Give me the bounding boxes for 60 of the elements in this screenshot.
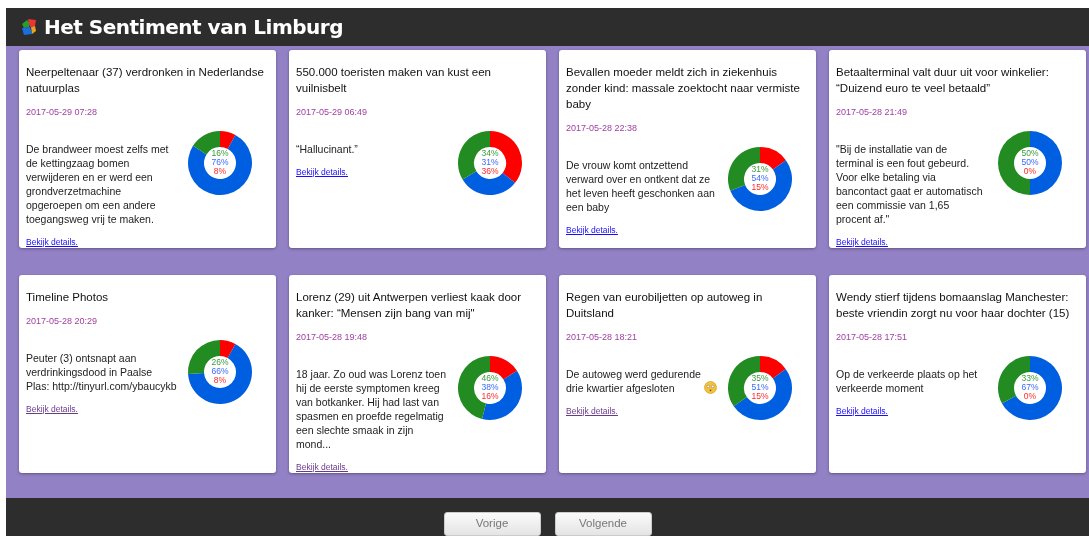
article-title: Betaalterminal valt duur uit voor winkelier: “Duizend euro te veel betaald” <box>836 65 1050 96</box>
article-title: Lorenz (29) uit Antwerpen verliest kaak door kanker: “Mensen zijn bang van mij" <box>296 290 522 321</box>
article-date: 2017-05-28 20:29 <box>26 315 99 328</box>
percentage-label: 16% <box>211 149 229 158</box>
article-summary: De autoweg werd gedurende drie kwartier afgesloten <box>566 366 701 395</box>
details-link[interactable]: Bekijk details. <box>296 460 348 474</box>
percentage-label: 15% <box>751 183 769 192</box>
percentage-label: 0% <box>1023 167 1037 176</box>
percentage-label: 35% <box>751 374 769 383</box>
percentage-label: 31% <box>751 165 769 174</box>
percentage-label: 26% <box>211 358 229 367</box>
article-date: 2017-05-28 22:38 <box>566 122 639 135</box>
article-summary: 18 jaar. Zo oud was Lorenz toen hij de eerste symptomen kreeg van botkanker. Hij had last van spasmen en proefde regelmatig een slechte smaak in zijn mond... <box>296 366 447 451</box>
article-title: Regen van eurobiljetten op autoweg in Duitsland <box>566 290 764 321</box>
percentage-label: 8% <box>213 167 227 176</box>
pager-button[interactable]: Volgende <box>554 512 652 536</box>
details-link[interactable]: Bekijk details. <box>836 404 888 418</box>
percentage-label: 16% <box>481 392 499 401</box>
details-link[interactable]: Bekijk details. <box>26 402 78 416</box>
percentage-label: 34% <box>481 149 499 158</box>
percentage-label: 38% <box>481 383 499 392</box>
pager-button[interactable]: Vorige <box>443 512 541 536</box>
percentage-label: 50% <box>1021 149 1039 158</box>
article-title: Neerpeltenaar (37) verdronken in Nederlandse natuurplas <box>26 65 265 96</box>
article-summary: De brandweer moest zelfs met de kettingzaag bomen verwijderen en er werd een grondverzetmachine opgeroepen om een andere toegangsweg vrij te maken. <box>26 141 170 226</box>
article-summary: De vrouw komt ontzettend verward over en ontkent dat ze het leven heeft geschonken aan een baby <box>566 157 716 214</box>
article-date: 2017-05-28 18:21 <box>566 331 639 344</box>
details-link[interactable]: Bekijk details. <box>836 235 888 249</box>
details-link[interactable]: Bekijk details. <box>296 165 348 179</box>
details-link[interactable]: Bekijk details. <box>566 404 618 418</box>
article-date: 2017-05-28 17:51 <box>836 331 909 344</box>
article-title: 550.000 toeristen maken van kust een vuilnisbelt <box>296 65 492 96</box>
article-date: 2017-05-28 19:48 <box>296 331 369 344</box>
article-title: Bevallen moeder meldt zich in ziekenhuis zonder kind: massale zoektocht naar vermiste baby <box>566 65 801 112</box>
logo-icon <box>20 18 38 36</box>
percentage-label: 15% <box>751 392 769 401</box>
percentage-label: 76% <box>211 158 229 167</box>
percentage-label: 67% <box>1021 383 1039 392</box>
percentage-label: 50% <box>1021 158 1039 167</box>
article-date: 2017-05-29 07:28 <box>26 106 99 119</box>
percentage-label: 8% <box>213 376 227 385</box>
percentage-label: 36% <box>481 167 499 176</box>
percentage-label: 0% <box>1023 392 1037 401</box>
app-title: Het Sentiment van Limburg <box>44 14 344 41</box>
percentage-label: 66% <box>211 367 229 376</box>
article-summary: Peuter (3) ontsnapt aan verdrinkingsdood in Paalse Plas: http://tinyurl.com/ybaucykb <box>26 350 177 393</box>
article-date: 2017-05-29 06:49 <box>296 106 369 119</box>
article-date: 2017-05-28 21:49 <box>836 106 909 119</box>
article-summary: “Hallucinant.” <box>296 141 359 156</box>
percentage-label: 31% <box>481 158 499 167</box>
details-link[interactable]: Bekijk details. <box>566 223 618 237</box>
details-link[interactable]: Bekijk details. <box>26 235 78 249</box>
percentage-label: 54% <box>751 174 769 183</box>
article-title: Wendy stierf tijdens bomaanslag Manchester: beste vriendin zorgt nu voor haar dochter (15) <box>836 290 1071 321</box>
percentage-label: 51% <box>751 383 769 392</box>
article-summary: "Bij de installatie van de terminal is een fout gebeurd. Voor elke betaling via bancontact gaat er automatisch een commissie van 1,65 procent af." <box>836 141 984 226</box>
article-summary: Op de verkeerde plaats op het verkeerde moment <box>836 366 979 395</box>
article-title: Timeline Photos <box>26 290 110 305</box>
percentage-label: 46% <box>481 374 499 383</box>
percentage-label: 33% <box>1021 374 1039 383</box>
